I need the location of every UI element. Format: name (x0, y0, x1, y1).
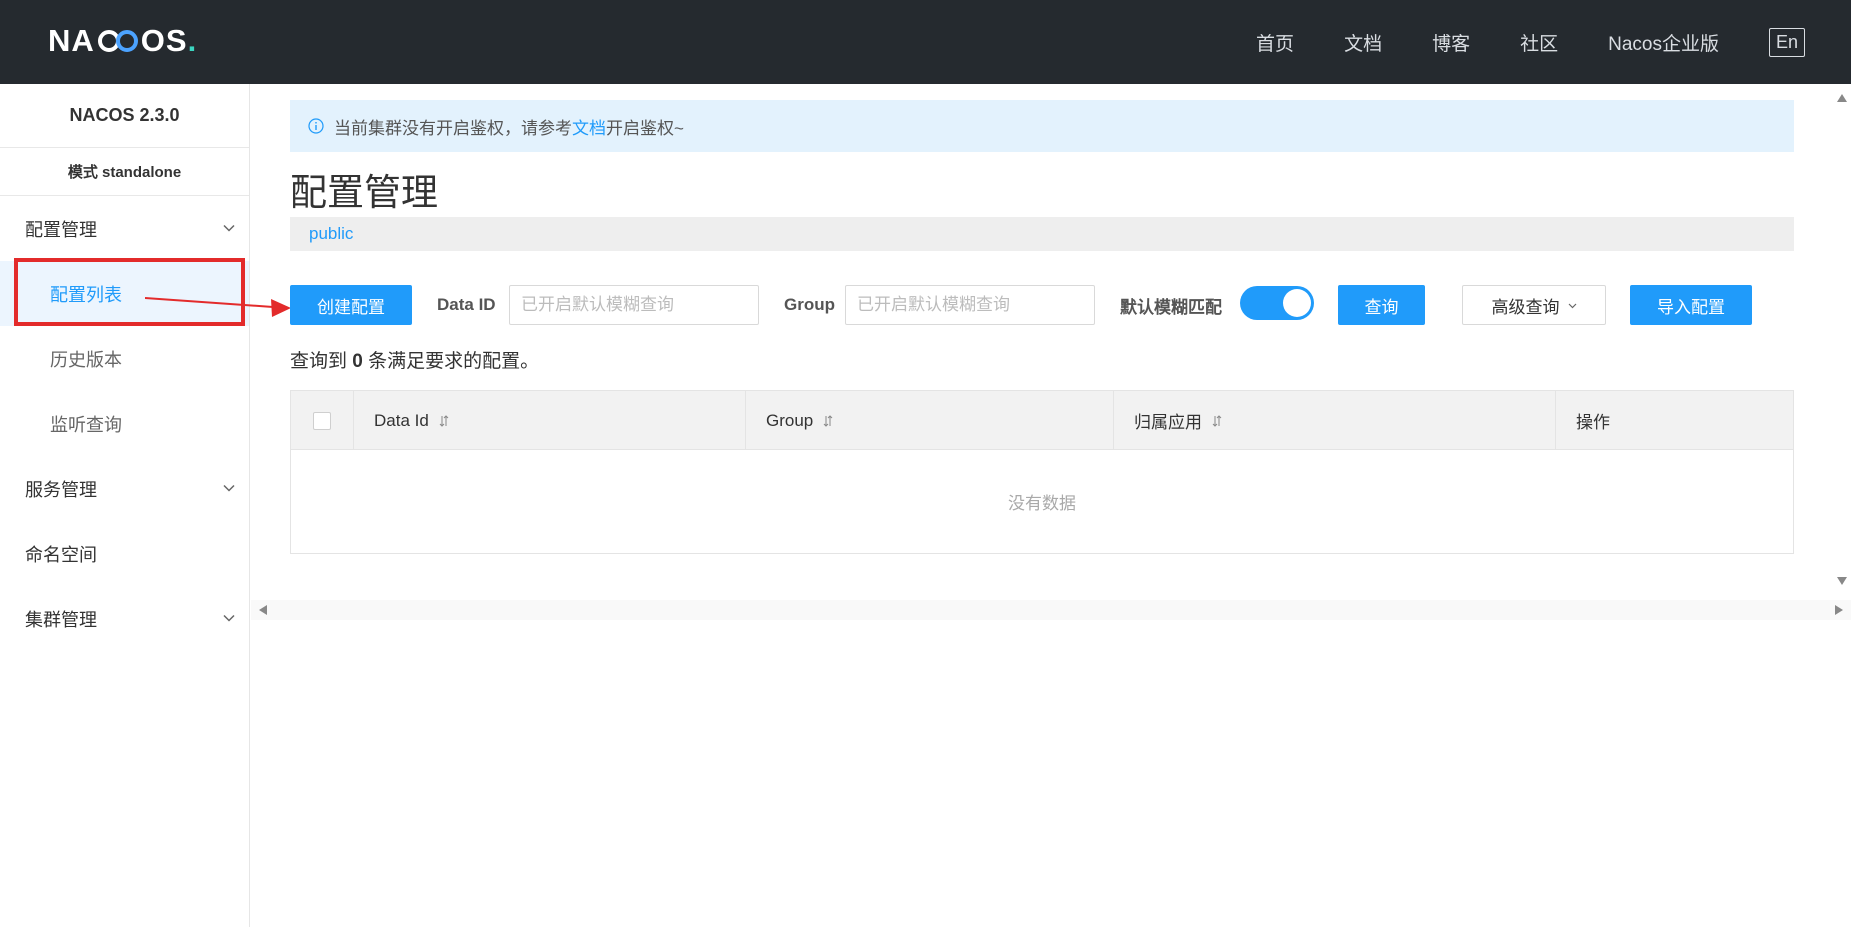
table-header: Data Id Group 归属应用 操作 (291, 391, 1793, 450)
scroll-right-arrow-icon[interactable] (1834, 605, 1843, 615)
sidebar-group-label: 服务管理 (25, 479, 97, 500)
result-prefix: 查询到 (290, 351, 348, 372)
advanced-query-label: 高级查询 (1491, 297, 1560, 317)
auth-notice-banner: 当前集群没有开启鉴权，请参考 文档 开启鉴权~ (290, 100, 1794, 152)
sidebar-item-label: 配置列表 (50, 284, 122, 305)
info-icon (308, 118, 324, 134)
result-count: 查询到 0 条满足要求的配置。 (290, 346, 539, 373)
sidebar-group-label: 命名空间 (25, 544, 97, 565)
config-table: Data Id Group 归属应用 操作 没有数据 (290, 390, 1794, 554)
dataid-label: Data ID (437, 295, 496, 314)
namespace-public[interactable]: public (309, 224, 353, 244)
notice-docs-link[interactable]: 文档 (572, 114, 606, 139)
fuzzy-match-toggle[interactable] (1240, 286, 1314, 320)
result-suffix: 条满足要求的配置。 (368, 351, 540, 372)
sort-icon (439, 414, 449, 427)
sidebar-mode: 模式 standalone (0, 148, 249, 196)
advanced-query-button[interactable]: 高级查询 (1462, 285, 1606, 325)
column-label: 归属应用 (1134, 413, 1202, 432)
namespace-bar: public (290, 217, 1794, 251)
toggle-knob (1283, 289, 1311, 317)
logo-rings-icon (97, 30, 138, 52)
sidebar-item-config-list[interactable]: 配置列表 (0, 261, 249, 326)
chevron-down-icon (223, 224, 235, 232)
fuzzy-match-label: 默认模糊匹配 (1120, 297, 1222, 317)
scroll-left-arrow-icon[interactable] (259, 605, 268, 615)
chevron-down-icon (1568, 303, 1576, 308)
notice-text-prefix: 当前集群没有开启鉴权，请参考 (334, 118, 572, 138)
logo-dot: . (187, 23, 198, 58)
select-all-checkbox[interactable] (313, 411, 331, 430)
header-select-cell (291, 391, 354, 450)
horizontal-scrollbar[interactable] (251, 600, 1851, 620)
column-label: 操作 (1576, 413, 1610, 432)
sort-icon (823, 414, 833, 427)
scroll-up-arrow-icon[interactable] (1837, 94, 1847, 102)
column-header-app[interactable]: 归属应用 (1114, 391, 1556, 450)
dataid-input[interactable] (509, 285, 759, 325)
sidebar-item-label: 历史版本 (50, 349, 122, 370)
main-content: 当前集群没有开启鉴权，请参考 文档 开启鉴权~ 配置管理 public 创建配置… (251, 84, 1851, 927)
top-nav: 首页 文档 博客 社区 Nacos企业版 En (1206, 0, 1805, 84)
query-toolbar: 创建配置 Data ID Group 默认模糊匹配 查询 高级查询 导入配置 (290, 285, 1810, 325)
notice-text-suffix: 开启鉴权~ (606, 118, 684, 138)
sidebar-item-history[interactable]: 历史版本 (0, 326, 249, 391)
sidebar-group-cluster[interactable]: 集群管理 (0, 586, 249, 651)
language-switch-button[interactable]: En (1768, 27, 1805, 57)
top-header: NA OS . 首页 文档 博客 社区 Nacos企业版 En (0, 0, 1851, 84)
nav-docs[interactable]: 文档 (1344, 29, 1382, 56)
sort-icon (1212, 414, 1222, 427)
chevron-down-icon (223, 484, 235, 492)
column-header-group[interactable]: Group (746, 391, 1114, 450)
column-header-dataid[interactable]: Data Id (354, 391, 746, 450)
chevron-down-icon (223, 614, 235, 622)
sidebar: NACOS 2.3.0 模式 standalone 配置管理 配置列表 历史版本… (0, 84, 250, 927)
sidebar-group-label: 集群管理 (25, 609, 97, 630)
nav-home[interactable]: 首页 (1256, 29, 1294, 56)
sidebar-version: NACOS 2.3.0 (0, 84, 249, 148)
group-label: Group (784, 295, 835, 314)
sidebar-group-label: 配置管理 (25, 219, 97, 240)
sidebar-group-config[interactable]: 配置管理 (0, 196, 249, 261)
nav-enterprise[interactable]: Nacos企业版 (1608, 29, 1719, 56)
logo-text-left: NA (48, 23, 95, 58)
nav-blog[interactable]: 博客 (1432, 29, 1470, 56)
table-empty-text: 没有数据 (1008, 494, 1076, 513)
import-config-button[interactable]: 导入配置 (1630, 285, 1752, 325)
sidebar-item-listen-query[interactable]: 监听查询 (0, 391, 249, 456)
sidebar-group-service[interactable]: 服务管理 (0, 456, 249, 521)
column-label: Group (766, 410, 814, 430)
result-count-value: 0 (352, 351, 363, 372)
nav-community[interactable]: 社区 (1520, 29, 1558, 56)
page-title: 配置管理 (290, 172, 438, 213)
sidebar-item-namespace[interactable]: 命名空间 (0, 521, 249, 586)
query-button[interactable]: 查询 (1338, 285, 1425, 325)
sidebar-item-label: 监听查询 (50, 414, 122, 435)
group-input[interactable] (845, 285, 1095, 325)
create-config-button[interactable]: 创建配置 (290, 285, 412, 325)
scroll-down-arrow-icon[interactable] (1837, 577, 1847, 585)
column-label: Data Id (374, 410, 429, 430)
logo-text-right: OS (140, 23, 188, 58)
column-header-actions: 操作 (1556, 391, 1793, 450)
nacos-logo[interactable]: NA OS . (48, 23, 198, 58)
